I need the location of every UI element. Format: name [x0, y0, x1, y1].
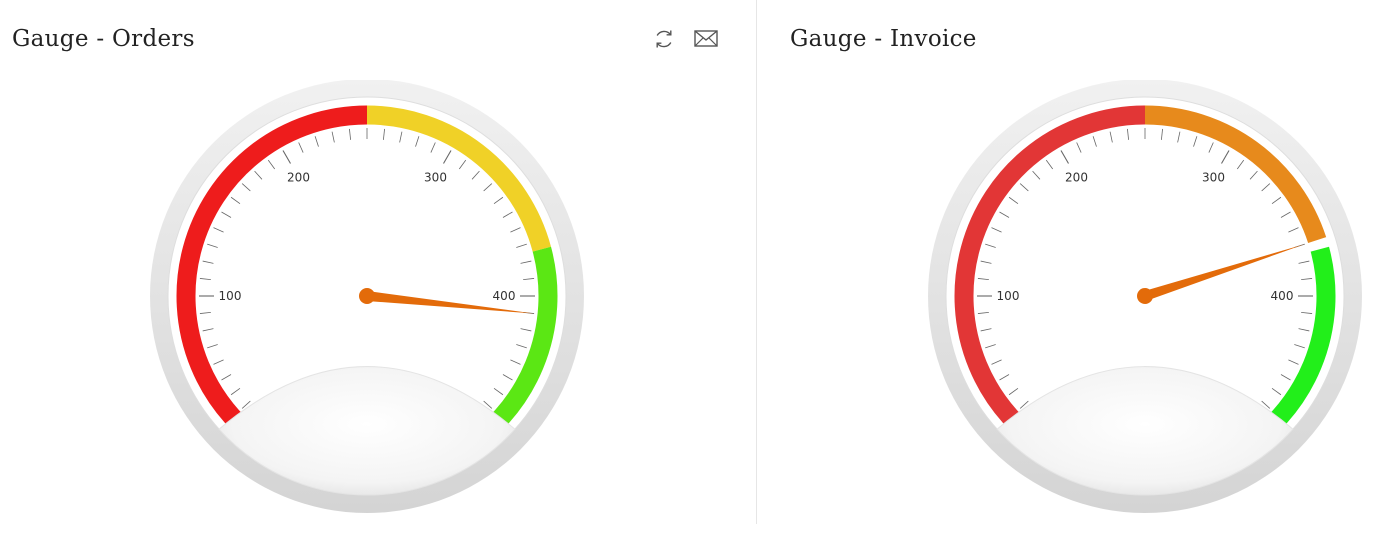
orders-gauge: 0100200300400500 — [150, 80, 584, 513]
tick-label: 400 — [493, 289, 516, 303]
tick-label: 200 — [1065, 170, 1088, 184]
refresh-icon[interactable] — [651, 26, 677, 52]
tick-label: 100 — [997, 289, 1020, 303]
tick-label: 200 — [287, 170, 310, 184]
invoice-gauge-title: Gauge - Invoice — [790, 26, 977, 52]
tick-label: 100 — [219, 289, 242, 303]
invoice-gauge-panel: Gauge - Invoice 0100200300400500 — [757, 0, 1389, 544]
orders-gauge-title: Gauge - Orders — [12, 26, 195, 52]
orders-gauge-panel: Gauge - Orders 0100200300400500 — [0, 0, 756, 544]
needle-hub — [1137, 288, 1153, 304]
needle-hub — [359, 288, 375, 304]
tick-label: 300 — [1202, 170, 1225, 184]
invoice-gauge: 0100200300400500 — [928, 80, 1362, 513]
tick-label: 400 — [1271, 289, 1294, 303]
envelope-icon[interactable] — [693, 26, 719, 52]
tick-label: 300 — [424, 170, 447, 184]
